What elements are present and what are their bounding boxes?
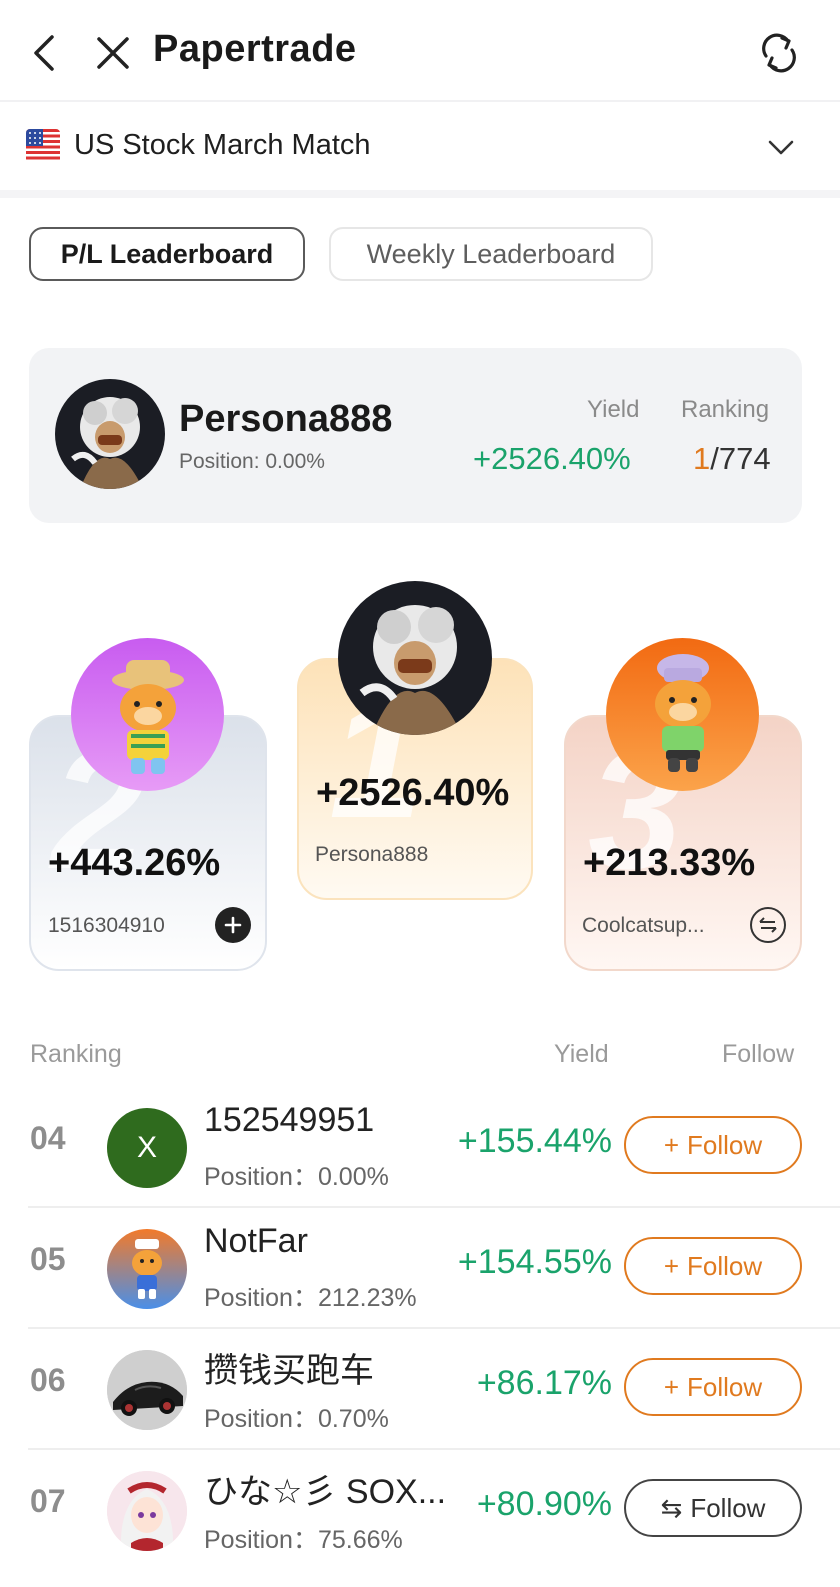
plus-icon: + — [663, 1371, 680, 1402]
yield-value: +154.55% — [457, 1243, 612, 1281]
avatar[interactable]: X — [107, 1108, 187, 1188]
my-rank-number: 1 — [693, 441, 711, 476]
ranking-label: Ranking — [681, 396, 770, 423]
mutual-follow-icon[interactable] — [750, 907, 786, 943]
username: ひな☆彡 SOX... — [204, 1473, 447, 1511]
yield-value: +155.44% — [457, 1122, 612, 1160]
podium-username: 1516304910 — [48, 914, 165, 937]
follow-button[interactable]: + Follow — [624, 1358, 802, 1416]
podium-username: Coolcatsup... — [582, 914, 705, 937]
my-username: Persona888 — [179, 398, 393, 440]
chevron-down-icon[interactable] — [766, 132, 796, 162]
yield-value: +86.17% — [476, 1364, 612, 1402]
refresh-icon[interactable] — [756, 30, 802, 76]
avatar[interactable] — [606, 638, 759, 791]
list-item[interactable]: 07 ひな☆彡 SOX... Position：75.66% +80.90% ⇆… — [28, 1450, 840, 1571]
my-yield: +2526.40% — [473, 441, 631, 476]
my-rank: 1/774 — [693, 441, 771, 477]
ranking-column-header: Ranking — [30, 1040, 122, 1068]
follow-button[interactable]: + Follow — [624, 1237, 802, 1295]
back-icon[interactable] — [22, 30, 68, 76]
avatar[interactable] — [107, 1471, 187, 1551]
yield-column-header: Yield — [554, 1040, 609, 1068]
position-text: Position：0.00% — [204, 1163, 389, 1191]
follow-label: Follow — [687, 1250, 763, 1281]
avatar[interactable] — [338, 581, 492, 735]
my-ranking-card: Persona888 Position: 0.00% Yield +2526.4… — [29, 348, 802, 523]
rank-number: 06 — [30, 1362, 66, 1398]
podium-yield: +443.26% — [48, 842, 221, 884]
rank-number: 04 — [30, 1120, 66, 1156]
position-text: Position：75.66% — [204, 1526, 403, 1554]
header-bar: Papertrade — [0, 0, 840, 105]
close-icon[interactable] — [90, 30, 136, 76]
page-title: Papertrade — [153, 28, 357, 70]
us-flag-icon — [26, 129, 60, 163]
mutual-follow-icon: ⇆ — [660, 1492, 683, 1523]
avatar[interactable] — [107, 1229, 187, 1309]
plus-icon: + — [663, 1250, 680, 1281]
podium-username: Persona888 — [315, 843, 429, 866]
follow-label: Follow — [687, 1129, 763, 1160]
plus-icon: + — [663, 1129, 680, 1160]
avatar-letter: X — [136, 1131, 157, 1164]
follow-label: Follow — [687, 1371, 763, 1402]
my-position: Position: 0.00% — [179, 450, 325, 473]
username: NotFar — [204, 1222, 308, 1260]
username: 152549951 — [204, 1101, 375, 1139]
list-item[interactable]: 05 NotFar Position：212.23% +154.55% + Fo… — [28, 1208, 840, 1329]
list-item[interactable]: 04 X 152549951 Position：0.00% +155.44% +… — [28, 1087, 840, 1208]
match-label: US Stock March Match — [74, 129, 371, 161]
podium-yield: +213.33% — [583, 842, 756, 884]
rank-number: 05 — [30, 1241, 66, 1277]
section-divider — [0, 190, 840, 198]
position-text: Position：0.70% — [204, 1405, 389, 1433]
yield-value: +80.90% — [476, 1485, 612, 1523]
username: 攒钱买跑车 — [204, 1352, 374, 1390]
add-follow-icon[interactable] — [215, 907, 251, 943]
avatar[interactable] — [107, 1350, 187, 1430]
follow-column-header: Follow — [722, 1040, 795, 1068]
my-rank-total: /774 — [710, 441, 771, 476]
avatar[interactable] — [55, 379, 165, 489]
podium-yield: +2526.40% — [316, 772, 510, 814]
match-selector[interactable]: US Stock March Match — [0, 102, 840, 190]
follow-label: Follow — [690, 1492, 766, 1523]
tab-weekly-leaderboard[interactable]: Weekly Leaderboard — [329, 227, 653, 281]
tab-pl-leaderboard[interactable]: P/L Leaderboard — [29, 227, 305, 281]
rank-number: 07 — [30, 1483, 66, 1519]
position-text: Position：212.23% — [204, 1284, 417, 1312]
follow-button[interactable]: + Follow — [624, 1116, 802, 1174]
list-item[interactable]: 06 攒钱买跑车 Position：0.70% +86.17% + Follow — [28, 1329, 840, 1450]
yield-label: Yield — [587, 396, 640, 423]
avatar[interactable] — [71, 638, 224, 791]
following-button[interactable]: ⇆ Follow — [624, 1479, 802, 1537]
